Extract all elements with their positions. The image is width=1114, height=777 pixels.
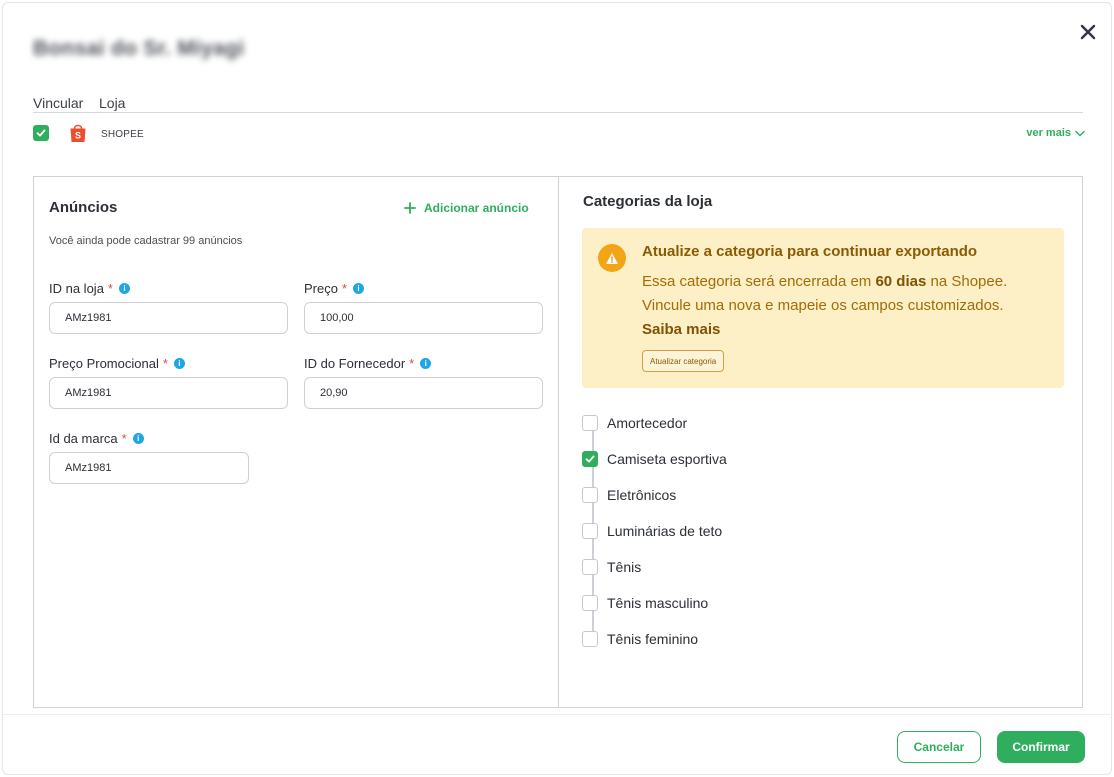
see-more-link[interactable]: ver mais <box>1026 127 1085 139</box>
modal-title: Bonsai do Sr. Miyagi <box>33 37 245 60</box>
column-header-link: Vincular <box>33 95 84 111</box>
info-icon[interactable]: i <box>173 358 185 369</box>
add-ad-label: Adicionar anúncio <box>424 201 529 215</box>
supplier-id-label: ID do Fornecedor * i <box>304 356 432 371</box>
shopee-bag-icon: S <box>70 124 86 142</box>
ads-remaining-hint: Você ainda pode cadastrar 99 anúncios <box>49 235 243 247</box>
close-button[interactable] <box>1073 17 1103 47</box>
category-item[interactable]: Camiseta esportiva <box>582 449 882 469</box>
close-icon <box>1080 24 1096 40</box>
promo-price-label: Preço Promocional * i <box>49 356 185 371</box>
content-panel: Anúncios Adicionar anúncio Você ainda po… <box>33 176 1083 708</box>
category-item[interactable]: Luminárias de teto <box>582 521 882 541</box>
category-warning-alert: Atualize a categoria para continuar expo… <box>582 228 1064 388</box>
category-checkbox[interactable] <box>582 631 598 647</box>
add-ad-button[interactable]: Adicionar anúncio <box>404 201 529 215</box>
category-checkbox[interactable] <box>582 595 598 611</box>
store-row: S SHOPEE ver mais <box>33 123 1085 145</box>
brand-id-input[interactable]: AMz1981 <box>49 452 249 484</box>
price-input[interactable]: 100,00 <box>304 302 543 334</box>
price-label-text: Preço <box>304 281 338 296</box>
footer-divider <box>3 714 1113 715</box>
check-icon <box>36 129 46 137</box>
category-label: Tênis <box>607 559 642 575</box>
category-item[interactable]: Amortecedor <box>582 413 882 433</box>
required-mark: * <box>409 356 415 371</box>
required-mark: * <box>162 356 168 371</box>
learn-more-link[interactable]: Saiba mais <box>642 321 720 338</box>
category-label: Luminárias de teto <box>607 523 723 539</box>
check-icon <box>585 455 595 463</box>
ads-title: Anúncios <box>49 199 118 216</box>
category-checkbox[interactable] <box>582 415 598 431</box>
category-label: Tênis feminino <box>607 631 699 647</box>
confirm-button[interactable]: Confirmar <box>997 731 1085 763</box>
category-item[interactable]: Tênis <box>582 557 882 577</box>
category-checkbox[interactable] <box>582 451 598 467</box>
category-checkbox[interactable] <box>582 523 598 539</box>
store-id-label-text: ID na loja <box>49 281 104 296</box>
store-name: SHOPEE <box>101 129 144 140</box>
cancel-button[interactable]: Cancelar <box>897 731 981 763</box>
alert-text-bold: 60 dias <box>875 273 927 290</box>
category-checkbox[interactable] <box>582 487 598 503</box>
modal: Bonsai do Sr. Miyagi Vincular Loja S SHO… <box>2 2 1113 775</box>
category-item[interactable]: Tênis feminino <box>582 629 882 649</box>
info-icon[interactable]: i <box>420 358 432 369</box>
category-item[interactable]: Tênis masculino <box>582 593 882 613</box>
update-category-button[interactable]: Atualizar categoria <box>642 350 725 372</box>
required-mark: * <box>107 281 113 296</box>
categories-title: Categorias da loja <box>583 193 713 210</box>
category-label: Amortecedor <box>607 415 688 431</box>
category-label: Eletrônicos <box>607 487 677 503</box>
category-checkbox[interactable] <box>582 559 598 575</box>
column-header-store: Loja <box>99 95 126 111</box>
alert-message: Essa categoria será encerrada em 60 dias… <box>642 270 1052 342</box>
brand-id-label-text: Id da marca <box>49 431 118 446</box>
store-id-input[interactable]: AMz1981 <box>49 302 288 334</box>
info-icon[interactable]: i <box>353 283 365 294</box>
warning-icon <box>598 244 626 272</box>
link-store-checkbox[interactable] <box>33 125 49 141</box>
store-id-label: ID na loja * i <box>49 281 130 296</box>
required-mark: * <box>121 431 127 446</box>
category-label: Camiseta esportiva <box>607 451 727 467</box>
promo-price-input[interactable]: AMz1981 <box>49 377 288 409</box>
supplier-id-input[interactable]: 20,90 <box>304 377 543 409</box>
link-table-header: Vincular Loja <box>33 95 1083 113</box>
chevron-down-icon <box>1075 130 1085 136</box>
alert-text-before: Essa categoria será encerrada em <box>642 273 876 290</box>
price-label: Preço * i <box>304 281 365 296</box>
info-icon[interactable]: i <box>118 283 130 294</box>
category-label: Tênis masculino <box>607 595 709 611</box>
promo-price-label-text: Preço Promocional <box>49 356 159 371</box>
category-item[interactable]: Eletrônicos <box>582 485 882 505</box>
alert-title: Atualize a categoria para continuar expo… <box>642 243 978 260</box>
panel-divider <box>558 177 559 707</box>
svg-text:S: S <box>75 131 81 141</box>
required-mark: * <box>341 281 348 296</box>
see-more-label: ver mais <box>1026 127 1071 139</box>
supplier-id-label-text: ID do Fornecedor <box>304 356 406 371</box>
brand-id-label: Id da marca * i <box>49 431 144 446</box>
plus-icon <box>404 202 416 214</box>
info-icon[interactable]: i <box>132 433 144 444</box>
